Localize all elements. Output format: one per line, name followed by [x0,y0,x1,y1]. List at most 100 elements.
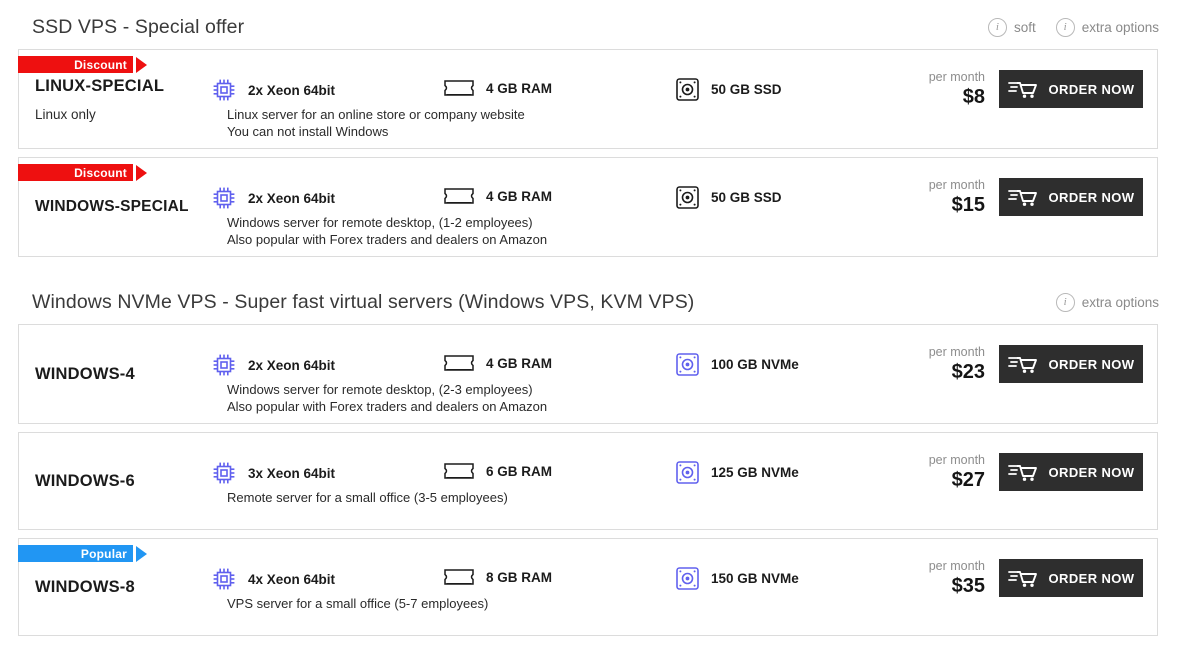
disk-label: 150 GB NVMe [711,571,799,586]
disk-label: 50 GB SSD [711,82,782,97]
spec-disk: 150 GB NVMe [675,539,897,591]
spec-cpu: 2x Xeon 64bit [211,50,443,103]
price-value: $23 [951,361,985,384]
plan-name-col: WINDOWS-6 [19,433,211,529]
order-now-label: ORDER NOW [1048,356,1135,372]
badge-arrow-icon [136,545,147,562]
option-label: extra options [1081,295,1159,310]
plan-description: Remote server for a small office (3-5 em… [227,489,508,506]
plan-price-col: per month $8 ORDER NOW [897,50,1157,109]
cpu-icon [211,566,237,592]
order-now-label: ORDER NOW [1048,81,1135,97]
cpu-icon [211,460,237,486]
spec-ram: 4 GB RAM [443,50,675,99]
plan-name: WINDOWS-8 [35,577,135,596]
plan-description-line: VPS server for a small office (5-7 emplo… [227,596,489,611]
disk-icon [675,185,700,210]
price-block: per month $35 [929,559,985,598]
order-now-button[interactable]: ORDER NOW [999,453,1143,491]
option-label: soft [1013,20,1036,35]
price-value: $35 [951,575,985,598]
plan-description-line: Linux server for an online store or comp… [227,107,525,122]
spec-cpu: 2x Xeon 64bit [211,325,443,378]
price-block: per month $8 [929,70,985,109]
option-label: extra options [1081,20,1159,35]
info-icon[interactable]: i [1055,293,1075,312]
plan-card[interactable]: Discount LINUX-SPECIAL Linux only 2x Xeon 6… [18,49,1158,149]
info-icon[interactable]: i [1055,18,1075,37]
order-now-button[interactable]: ORDER NOW [999,70,1143,108]
plan-card[interactable]: WINDOWS-4 2x Xeon 64bit 4 GB RAM 100 GB NVM… [18,324,1158,424]
plan-badge: Discount [18,56,147,73]
plan-badge: Popular [18,545,147,562]
disk-label: 100 GB NVMe [711,357,799,372]
spec-cpu: 4x Xeon 64bit [211,539,443,592]
plan-price-col: per month $35 ORDER NOW [897,539,1157,598]
price-value: $15 [951,194,985,217]
badge-arrow-icon [136,164,147,181]
cpu-icon [211,185,237,211]
spec-disk: 100 GB NVMe [675,325,897,377]
option-soft[interactable]: i soft [987,18,1036,37]
spec-ram: 6 GB RAM [443,433,675,482]
cart-icon [1007,187,1038,207]
order-now-button[interactable]: ORDER NOW [999,178,1143,216]
option-extra-options[interactable]: i extra options [1055,18,1159,37]
cart-icon [1007,568,1038,588]
plan-card[interactable]: Discount WINDOWS-SPECIAL 2x Xeon 64bit 4 GB… [18,157,1158,257]
plan-description: Linux server for an online store or comp… [227,106,525,140]
cpu-label: 2x Xeon 64bit [248,190,336,206]
info-icon[interactable]: i [987,18,1007,37]
plan-name: WINDOWS-SPECIAL [35,198,189,215]
vps-pricing-page: SSD VPS - Special offer i soft i extra optio… [0,0,1179,649]
plan-description: Windows server for remote desktop, (2-3 … [227,381,547,415]
ram-label: 4 GB RAM [486,355,553,371]
per-month-label: per month [928,70,985,84]
plan-name: WINDOWS-4 [35,364,135,383]
disk-label: 50 GB SSD [711,190,782,205]
section-options: i soft i extra options [987,18,1159,37]
plan-description-line: Also popular with Forex traders and deal… [227,399,548,415]
ram-icon [443,77,475,99]
price-block: per month $27 [929,453,985,492]
disk-icon [675,352,700,377]
plan-list-1: WINDOWS-4 2x Xeon 64bit 4 GB RAM 100 GB NVM… [0,314,1179,636]
spec-ram: 4 GB RAM [443,325,675,374]
order-now-button[interactable]: ORDER NOW [999,559,1143,597]
plan-price-col: per month $23 ORDER NOW [897,325,1157,384]
spec-cpu: 3x Xeon 64bit [211,433,443,486]
section-options: i extra options [1055,293,1159,312]
cpu-label: 2x Xeon 64bit [248,357,336,373]
plan-badge-label: Popular [80,546,127,561]
price-block: per month $15 [929,178,985,217]
plan-card[interactable]: Popular WINDOWS-8 4x Xeon 64bit 8 GB RAM 150… [18,538,1158,636]
per-month-label: per month [928,559,985,573]
section-title: Windows NVMe VPS - Super fast virtual se… [32,291,695,313]
spec-cpu: 2x Xeon 64bit [211,158,443,211]
disk-icon [675,77,700,102]
plan-card[interactable]: WINDOWS-6 3x Xeon 64bit 6 GB RAM 125 GB NVM… [18,432,1158,530]
plan-badge-label: Discount [74,57,127,72]
plan-description-line: You can not install Windows [227,124,389,140]
cpu-label: 3x Xeon 64bit [248,465,336,481]
plan-list-0: Discount LINUX-SPECIAL Linux only 2x Xeon 6… [0,39,1179,257]
order-now-button[interactable]: ORDER NOW [999,345,1143,383]
cpu-icon [211,77,237,103]
cpu-icon [211,352,237,378]
ram-icon [443,566,475,588]
plan-badge-label: Discount [74,165,127,180]
per-month-label: per month [928,345,985,359]
ram-label: 4 GB RAM [486,188,553,204]
plan-price-col: per month $15 ORDER NOW [897,158,1157,217]
per-month-label: per month [928,178,985,192]
plan-name-col: WINDOWS-4 [19,325,211,423]
ram-label: 8 GB RAM [486,569,553,585]
option-extra-options[interactable]: i extra options [1055,293,1159,312]
order-now-label: ORDER NOW [1048,464,1135,480]
plan-description-line: Also popular with Forex traders and deal… [227,232,548,248]
ram-label: 4 GB RAM [486,80,553,96]
section-header-1: Windows NVMe VPS - Super fast virtual se… [0,291,1179,314]
cart-icon [1007,462,1038,482]
